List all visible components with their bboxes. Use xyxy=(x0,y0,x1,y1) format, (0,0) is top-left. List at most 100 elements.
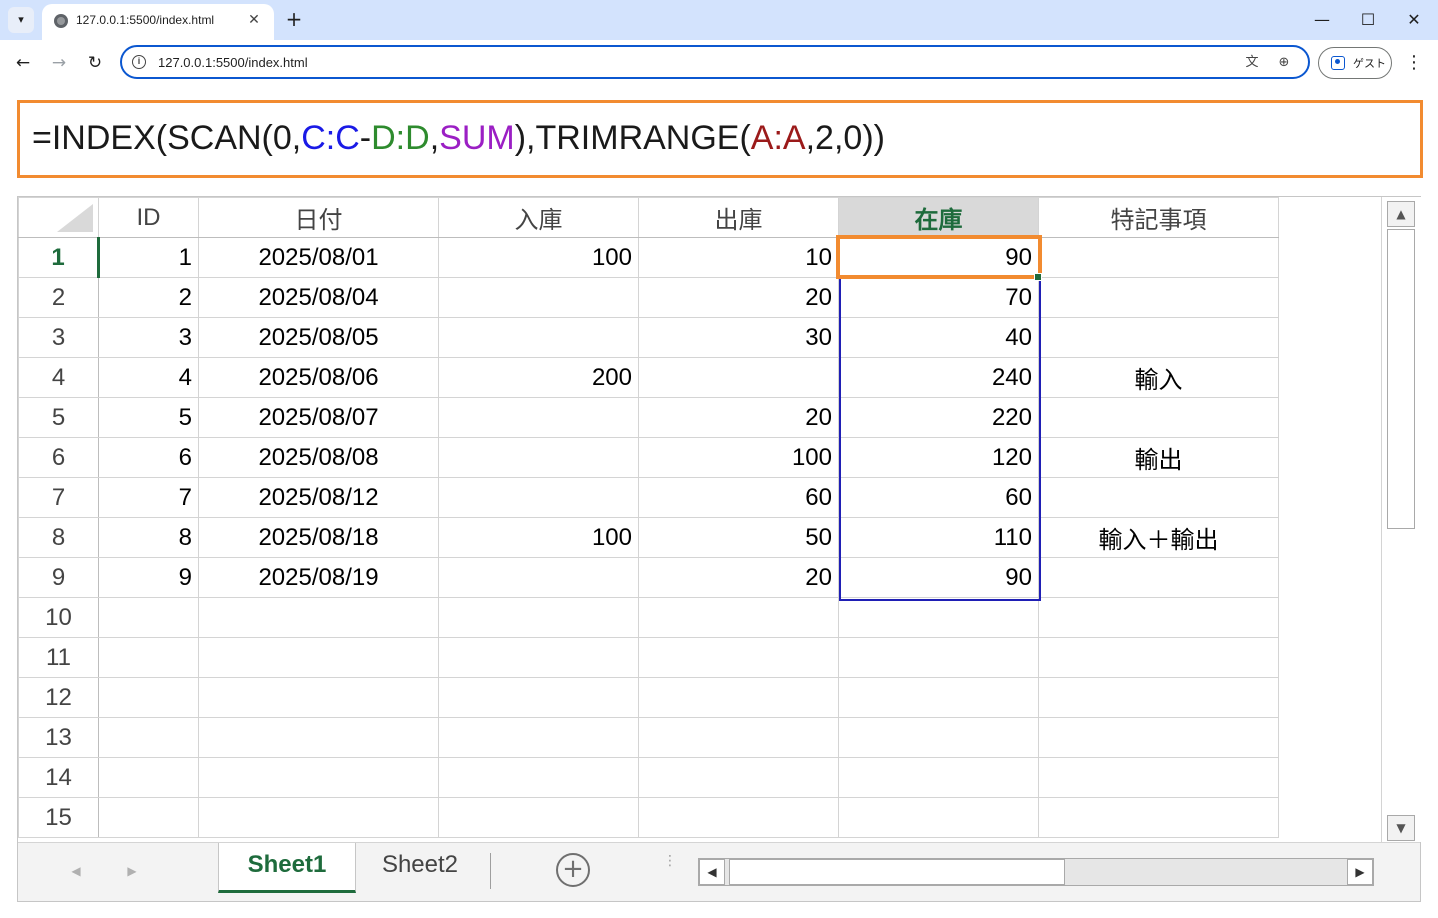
row-header[interactable]: 10 xyxy=(18,597,99,638)
col-header-out[interactable]: 出庫 xyxy=(638,197,839,238)
cell-notes[interactable] xyxy=(1038,237,1279,278)
cell-notes[interactable]: 輸入＋輸出 xyxy=(1038,517,1279,558)
url-text[interactable]: 127.0.0.1:5500/index.html xyxy=(158,55,308,70)
cell-id[interactable] xyxy=(98,677,199,718)
cell-in[interactable] xyxy=(438,477,639,518)
cell-date[interactable]: 2025/08/08 xyxy=(198,437,439,478)
row-header[interactable]: 15 xyxy=(18,797,99,838)
cell-date[interactable] xyxy=(198,677,439,718)
cell-stock[interactable]: 110 xyxy=(838,517,1039,558)
cell-date[interactable] xyxy=(198,757,439,798)
col-header-notes[interactable]: 特記事項 xyxy=(1038,197,1279,238)
formula-bar[interactable]: =INDEX(SCAN(0,C:C-D:D,SUM),TRIMRANGE(A:A… xyxy=(17,100,1423,178)
horizontal-scrollbar[interactable]: ◀ ▶ xyxy=(698,858,1374,886)
new-tab-icon[interactable]: + xyxy=(282,7,306,31)
cell-notes[interactable] xyxy=(1038,557,1279,598)
cell-date[interactable]: 2025/08/07 xyxy=(198,397,439,438)
cell-in[interactable] xyxy=(438,557,639,598)
tab-prev-icon[interactable]: ◀ xyxy=(66,861,86,881)
cell-notes[interactable] xyxy=(1038,597,1279,638)
col-header-stock[interactable]: 在庫 xyxy=(838,197,1039,238)
row-header[interactable]: 7 xyxy=(18,477,99,518)
cell-id[interactable] xyxy=(98,717,199,758)
cell-date[interactable]: 2025/08/06 xyxy=(198,357,439,398)
cell-out[interactable]: 50 xyxy=(638,517,839,558)
cell-out[interactable] xyxy=(638,677,839,718)
cell-id[interactable] xyxy=(98,797,199,838)
cell-id[interactable]: 5 xyxy=(98,397,199,438)
row-header[interactable]: 5 xyxy=(18,397,99,438)
cell-notes[interactable]: 輸入 xyxy=(1038,357,1279,398)
cell-id[interactable]: 9 xyxy=(98,557,199,598)
browser-menu-icon[interactable]: ⋮ xyxy=(1402,50,1426,76)
cell-date[interactable]: 2025/08/19 xyxy=(198,557,439,598)
horizontal-scroll-thumb[interactable] xyxy=(729,859,1065,885)
cell-notes[interactable] xyxy=(1038,477,1279,518)
cell-in[interactable] xyxy=(438,797,639,838)
cell-id[interactable]: 6 xyxy=(98,437,199,478)
cell-stock[interactable]: 240 xyxy=(838,357,1039,398)
cell-stock[interactable]: 220 xyxy=(838,397,1039,438)
cell-notes[interactable] xyxy=(1038,637,1279,678)
cell-stock[interactable] xyxy=(838,717,1039,758)
cell-stock[interactable]: 40 xyxy=(838,317,1039,358)
cell-in[interactable] xyxy=(438,437,639,478)
tab-next-icon[interactable]: ▶ xyxy=(122,861,142,881)
cell-id[interactable] xyxy=(98,757,199,798)
cell-id[interactable] xyxy=(98,637,199,678)
scroll-down-icon[interactable]: ▼ xyxy=(1387,815,1415,841)
cell-date[interactable]: 2025/08/01 xyxy=(198,237,439,278)
site-info-icon[interactable]: i xyxy=(132,55,146,69)
col-header-in[interactable]: 入庫 xyxy=(438,197,639,238)
sheet-tab-sheet1[interactable]: Sheet1 xyxy=(218,843,356,893)
cell-stock[interactable] xyxy=(838,597,1039,638)
more-options-icon[interactable]: ⋮ xyxy=(663,854,677,885)
row-header[interactable]: 11 xyxy=(18,637,99,678)
cell-stock[interactable] xyxy=(838,677,1039,718)
cell-out[interactable]: 20 xyxy=(638,277,839,318)
cell-notes[interactable] xyxy=(1038,317,1279,358)
cell-out[interactable]: 20 xyxy=(638,557,839,598)
scroll-left-icon[interactable]: ◀ xyxy=(699,859,725,885)
col-header-id[interactable]: ID xyxy=(98,197,199,238)
cell-notes[interactable] xyxy=(1038,677,1279,718)
cell-id[interactable]: 8 xyxy=(98,517,199,558)
cell-out[interactable] xyxy=(638,637,839,678)
cell-out[interactable]: 30 xyxy=(638,317,839,358)
cell-in[interactable] xyxy=(438,597,639,638)
row-header[interactable]: 9 xyxy=(18,557,99,598)
col-header-date[interactable]: 日付 xyxy=(198,197,439,238)
cell-out[interactable]: 100 xyxy=(638,437,839,478)
cell-stock[interactable] xyxy=(838,637,1039,678)
row-header[interactable]: 12 xyxy=(18,677,99,718)
cell-date[interactable]: 2025/08/05 xyxy=(198,317,439,358)
row-header[interactable]: 3 xyxy=(18,317,99,358)
tab-list-chevron-icon[interactable]: ▾ xyxy=(8,7,34,33)
cell-notes[interactable]: 輸出 xyxy=(1038,437,1279,478)
cell-stock[interactable]: 60 xyxy=(838,477,1039,518)
cell-in[interactable]: 100 xyxy=(438,237,639,278)
scroll-right-icon[interactable]: ▶ xyxy=(1347,859,1373,885)
cell-stock[interactable] xyxy=(838,757,1039,798)
zoom-icon[interactable]: ⊕ xyxy=(1274,53,1294,73)
cell-notes[interactable] xyxy=(1038,277,1279,318)
cell-in[interactable]: 200 xyxy=(438,357,639,398)
cell-id[interactable] xyxy=(98,597,199,638)
cell-id[interactable]: 1 xyxy=(98,237,199,278)
cell-stock[interactable] xyxy=(838,797,1039,838)
cell-stock[interactable]: 70 xyxy=(838,277,1039,318)
profile-button[interactable]: ゲスト xyxy=(1318,47,1392,79)
cell-in[interactable] xyxy=(438,637,639,678)
cell-in[interactable] xyxy=(438,317,639,358)
cell-date[interactable]: 2025/08/18 xyxy=(198,517,439,558)
cell-in[interactable] xyxy=(438,277,639,318)
row-header[interactable]: 2 xyxy=(18,277,99,318)
cell-date[interactable] xyxy=(198,717,439,758)
row-header[interactable]: 8 xyxy=(18,517,99,558)
reload-icon[interactable]: ↻ xyxy=(82,50,108,76)
cell-in[interactable]: 100 xyxy=(438,517,639,558)
cell-date[interactable] xyxy=(198,597,439,638)
cell-out[interactable]: 20 xyxy=(638,397,839,438)
cell-id[interactable]: 2 xyxy=(98,277,199,318)
forward-icon[interactable]: → xyxy=(46,50,72,76)
